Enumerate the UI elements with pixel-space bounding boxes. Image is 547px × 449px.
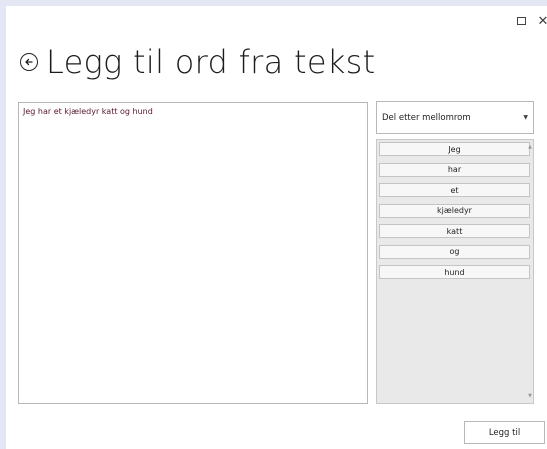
add-button[interactable]: Legg til xyxy=(464,421,545,444)
close-button[interactable]: ✕ xyxy=(534,12,547,30)
back-arrow-icon xyxy=(25,58,33,66)
page-header: Legg til ord fra tekst xyxy=(20,42,375,82)
scroll-down-arrow-icon[interactable]: ▼ xyxy=(527,393,533,399)
word-item[interactable]: har xyxy=(379,162,530,177)
source-text-area[interactable]: Jeg har et kjæledyr katt og hund xyxy=(18,102,368,404)
word-item[interactable]: Jeg xyxy=(379,142,530,156)
word-item[interactable]: og xyxy=(379,244,530,259)
word-list[interactable]: Jeg har et kjæledyr katt og hund ▲ ▼ xyxy=(376,139,534,404)
split-mode-selected: Del etter mellomrom xyxy=(382,112,471,123)
word-list-items: Jeg har et kjæledyr katt og hund xyxy=(379,142,530,286)
page-title: Legg til ord fra tekst xyxy=(46,43,376,81)
close-icon: ✕ xyxy=(537,13,547,29)
word-item[interactable]: et xyxy=(379,183,530,197)
word-item[interactable]: hund xyxy=(379,265,530,279)
chevron-down-icon: ▼ xyxy=(523,114,528,121)
maximize-icon xyxy=(516,17,526,25)
word-item[interactable]: kjæledyr xyxy=(379,203,530,218)
app-window: ✕ Legg til ord fra tekst Jeg har et kjæl… xyxy=(6,6,547,449)
scroll-up-arrow-icon[interactable]: ▲ xyxy=(527,144,533,150)
back-button[interactable] xyxy=(20,53,38,71)
maximize-button[interactable] xyxy=(512,12,530,30)
word-item[interactable]: katt xyxy=(379,224,530,238)
word-list-scrollbar[interactable]: ▲ ▼ xyxy=(527,140,533,403)
split-mode-dropdown[interactable]: Del etter mellomrom ▼ xyxy=(376,101,534,134)
